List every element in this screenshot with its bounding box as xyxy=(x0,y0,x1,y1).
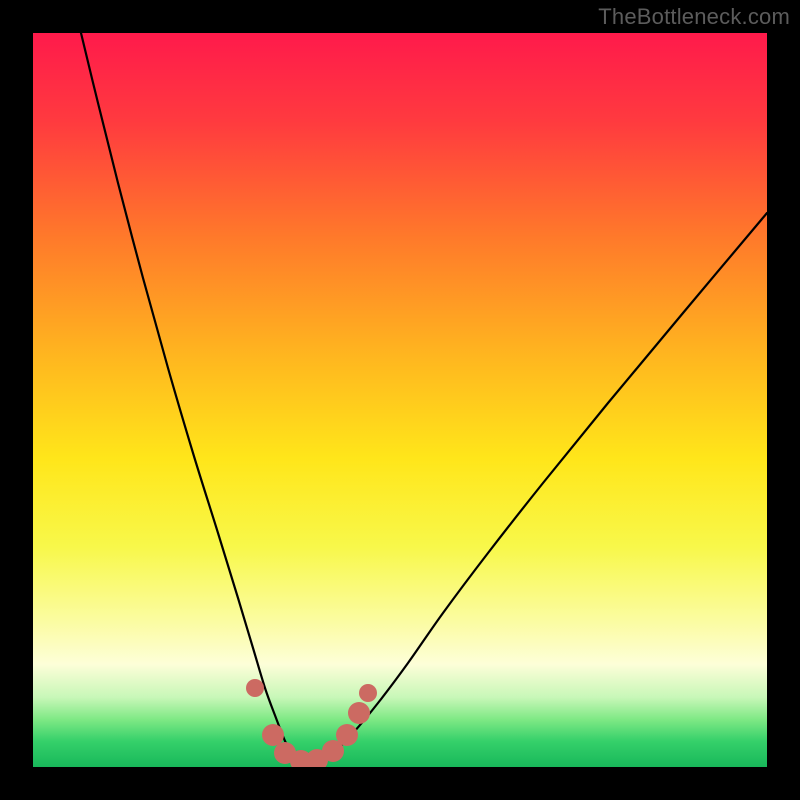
highlight-dot xyxy=(246,679,264,697)
watermark-text: TheBottleneck.com xyxy=(598,4,790,30)
chart-frame: TheBottleneck.com xyxy=(0,0,800,800)
bottleneck-chart xyxy=(0,0,800,800)
highlight-dot xyxy=(348,702,370,724)
plot-background xyxy=(33,33,767,767)
highlight-dot xyxy=(336,724,358,746)
highlight-dot xyxy=(262,724,284,746)
highlight-dot xyxy=(359,684,377,702)
